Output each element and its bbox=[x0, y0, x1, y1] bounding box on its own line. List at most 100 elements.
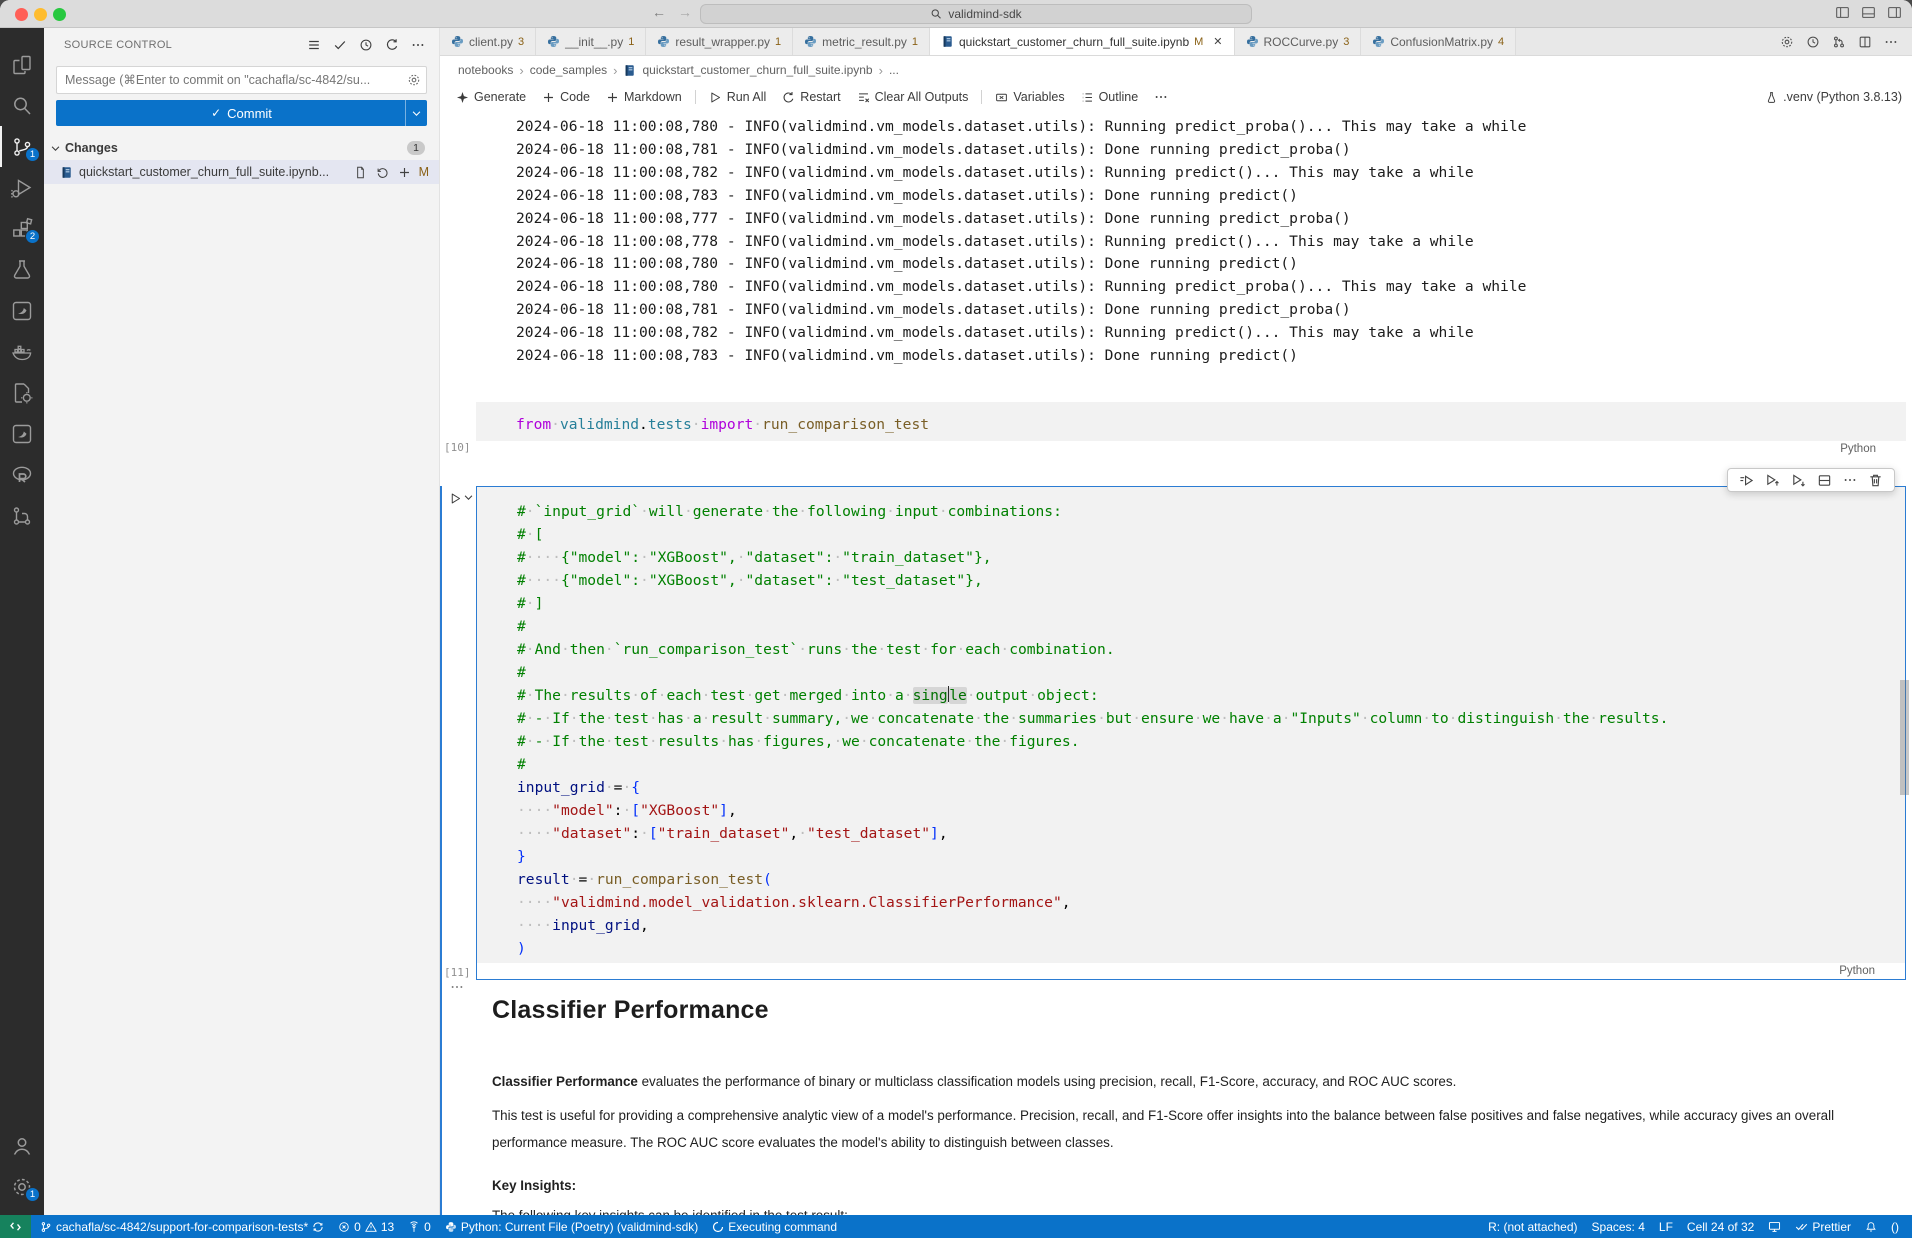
commit-settings-icon[interactable] bbox=[407, 73, 421, 87]
activity-source-control[interactable]: 1 bbox=[0, 126, 44, 167]
status-r-session[interactable]: R: (not attached) bbox=[1481, 1215, 1584, 1238]
code-cell-10[interactable]: from·validmind.tests·import·run_comparis… bbox=[476, 402, 1906, 457]
editor-more-button[interactable] bbox=[1884, 35, 1898, 49]
changes-section-header[interactable]: Changes 1 bbox=[44, 136, 439, 160]
status-notifications[interactable] bbox=[1858, 1215, 1884, 1238]
status-python-interpreter[interactable]: Python: Current File (Poetry) (validmind… bbox=[438, 1215, 705, 1238]
layout-sidebar-button[interactable] bbox=[1835, 5, 1850, 20]
cell-language[interactable]: Python bbox=[1840, 443, 1876, 455]
scm-check-button[interactable] bbox=[333, 38, 347, 52]
activity-run-debug[interactable] bbox=[0, 167, 44, 208]
notebook-scroll-area[interactable]: 2024-06-18 11:00:08,780 - INFO(validmind… bbox=[440, 110, 1912, 1215]
status-remote-vm[interactable] bbox=[1761, 1215, 1788, 1238]
toolbar-code-button[interactable]: Code bbox=[534, 90, 598, 104]
status-indentation[interactable]: Spaces: 4 bbox=[1585, 1215, 1652, 1238]
toolbar-more-button[interactable] bbox=[1146, 90, 1176, 104]
toolbar-generate-button[interactable]: Generate bbox=[448, 90, 534, 104]
editor-split-editor-button[interactable] bbox=[1858, 35, 1872, 49]
code-line: #·The·results·of·each·test·get·merged·in… bbox=[517, 684, 1905, 707]
editor-gear-button[interactable] bbox=[1780, 35, 1794, 49]
layout-right-button[interactable] bbox=[1887, 5, 1902, 20]
toolbar-restart-button[interactable]: Restart bbox=[774, 90, 848, 104]
status-eol[interactable]: LF bbox=[1652, 1215, 1680, 1238]
scrollbar-thumb[interactable] bbox=[1900, 680, 1909, 795]
tab-quickstart_customer_churn_full_suite.ipynb[interactable]: quickstart_customer_churn_full_suite.ipy… bbox=[930, 28, 1235, 55]
commit-button[interactable]: ✓ Commit bbox=[56, 100, 427, 126]
activity-jupyter[interactable] bbox=[0, 372, 44, 413]
activity-testing[interactable] bbox=[0, 249, 44, 290]
status-bar: cachafla/sc-4842/support-for-comparison-… bbox=[0, 1215, 1912, 1238]
more-button[interactable] bbox=[1843, 473, 1857, 487]
toolbar-outline-button[interactable]: Outline bbox=[1073, 90, 1147, 104]
changed-file-row[interactable]: quickstart_customer_churn_full_suite.ipy… bbox=[44, 160, 439, 184]
activity-git-graph[interactable] bbox=[0, 495, 44, 536]
breadcrumb-item[interactable]: ... bbox=[889, 63, 899, 77]
sync-icon bbox=[312, 1221, 324, 1233]
tab-__init__.py[interactable]: __init__.py1 bbox=[536, 28, 646, 55]
run-below-button[interactable] bbox=[1791, 473, 1806, 488]
minimize-window-button[interactable] bbox=[34, 8, 47, 21]
tab-result_wrapper.py[interactable]: result_wrapper.py1 bbox=[646, 28, 793, 55]
editor-history-button[interactable] bbox=[1806, 35, 1820, 49]
cell-editor[interactable]: from·validmind.tests·import·run_comparis… bbox=[476, 402, 1906, 441]
scm-view-list-button[interactable] bbox=[307, 38, 321, 52]
activity-explorer[interactable] bbox=[0, 44, 44, 85]
scm-history-button[interactable] bbox=[359, 38, 373, 52]
markdown-cell-more-icon[interactable] bbox=[450, 980, 464, 994]
delete-button[interactable] bbox=[1868, 473, 1883, 488]
activity-remote-explorer[interactable] bbox=[0, 413, 44, 454]
editor-compare-button[interactable] bbox=[1832, 35, 1846, 49]
cell-language[interactable]: Python bbox=[1839, 965, 1875, 977]
status-brackets[interactable]: () bbox=[1884, 1215, 1906, 1238]
toolbar-clear-all-outputs-button[interactable]: Clear All Outputs bbox=[849, 90, 977, 104]
status-problems[interactable]: 013 bbox=[331, 1215, 401, 1238]
commit-message-input[interactable] bbox=[56, 66, 427, 94]
tab-label: result_wrapper.py bbox=[675, 35, 770, 49]
tab-ConfusionMatrix.py[interactable]: ConfusionMatrix.py4 bbox=[1361, 28, 1516, 55]
activity-search[interactable] bbox=[0, 85, 44, 126]
scm-more-button[interactable] bbox=[411, 38, 425, 52]
close-icon[interactable]: ✕ bbox=[1213, 35, 1222, 48]
command-center[interactable]: validmind-sdk bbox=[700, 4, 1252, 24]
scm-refresh-button[interactable] bbox=[385, 38, 399, 52]
add-button[interactable] bbox=[398, 166, 411, 179]
activity-account[interactable] bbox=[0, 1125, 44, 1166]
breadcrumb-item[interactable]: code_samples bbox=[530, 63, 607, 77]
cell-editor[interactable]: #·`input_grid`·will·generate·the·followi… bbox=[477, 487, 1905, 963]
tab-ROCCurve.py[interactable]: ROCCurve.py3 bbox=[1235, 28, 1362, 55]
commit-dropdown-button[interactable] bbox=[405, 100, 427, 126]
zoom-window-button[interactable] bbox=[53, 8, 66, 21]
status-remote-indicator[interactable] bbox=[0, 1215, 31, 1238]
kernel-picker[interactable]: .venv (Python 3.8.13) bbox=[1765, 84, 1902, 110]
execute-cell-button[interactable] bbox=[1739, 473, 1754, 488]
history-forward-button[interactable]: → bbox=[678, 4, 692, 20]
status-task-status[interactable]: Executing command bbox=[705, 1215, 844, 1238]
discard-button[interactable] bbox=[376, 166, 389, 179]
activity-extensions[interactable]: 2 bbox=[0, 208, 44, 249]
toolbar-variables-button[interactable]: Variables bbox=[987, 90, 1072, 104]
code-cell-11-focused[interactable]: #·`input_grid`·will·generate·the·followi… bbox=[476, 486, 1906, 980]
status-ports[interactable]: 0 bbox=[401, 1215, 438, 1238]
activity-docker[interactable] bbox=[0, 331, 44, 372]
kernel-icon bbox=[1765, 91, 1778, 104]
activity-badge: 2 bbox=[25, 229, 40, 244]
toolbar-run-all-button[interactable]: Run All bbox=[701, 90, 775, 104]
go-to-file-button[interactable] bbox=[354, 166, 367, 179]
activity-r-tools[interactable] bbox=[0, 454, 44, 495]
status-git-branch[interactable]: cachafla/sc-4842/support-for-comparison-… bbox=[33, 1215, 331, 1238]
split-cell-button[interactable] bbox=[1817, 473, 1832, 488]
run-cell-button[interactable] bbox=[449, 492, 474, 505]
toolbar-markdown-button[interactable]: Markdown bbox=[598, 90, 690, 104]
activity-settings[interactable]: 1 bbox=[0, 1166, 44, 1207]
layout-panel-button[interactable] bbox=[1861, 5, 1876, 20]
tab-metric_result.py[interactable]: metric_result.py1 bbox=[793, 28, 930, 55]
run-above-button[interactable] bbox=[1765, 473, 1780, 488]
activity-github-pull-requests[interactable] bbox=[0, 290, 44, 331]
tab-client.py[interactable]: client.py3 bbox=[440, 28, 536, 55]
history-back-button[interactable]: ← bbox=[652, 4, 666, 20]
close-window-button[interactable] bbox=[15, 8, 28, 21]
status-cell-indicator[interactable]: Cell 24 of 32 bbox=[1680, 1215, 1761, 1238]
breadcrumb-item[interactable]: quickstart_customer_churn_full_suite.ipy… bbox=[642, 63, 872, 77]
breadcrumb-item[interactable]: notebooks bbox=[458, 63, 513, 77]
status-prettier[interactable]: Prettier bbox=[1788, 1215, 1858, 1238]
